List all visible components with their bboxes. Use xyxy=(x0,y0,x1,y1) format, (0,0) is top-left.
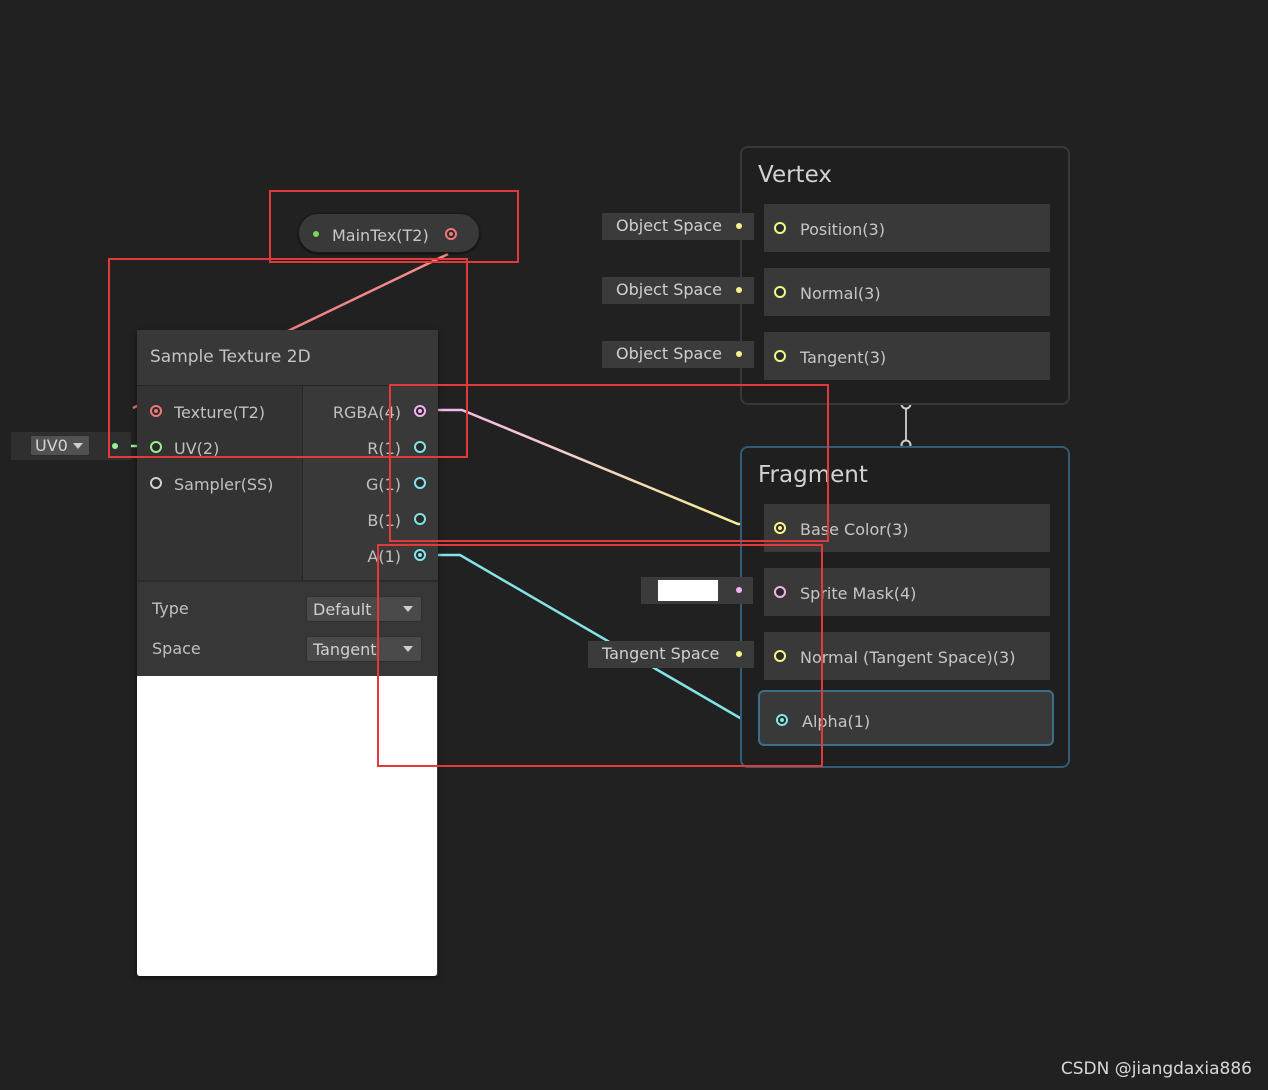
uv-channel-value: UV0 xyxy=(35,436,68,455)
vertex-context[interactable]: Vertex Position(3) Normal(3) Tangent(3) xyxy=(740,146,1070,405)
space-chip-normal[interactable]: Object Space xyxy=(602,277,754,304)
annotation-box-alpha xyxy=(377,544,823,767)
input-port-sampler[interactable] xyxy=(150,477,162,489)
block-label: Normal(3) xyxy=(800,284,881,303)
block-tangent[interactable]: Tangent(3) xyxy=(764,332,1050,380)
space-chip-position[interactable]: Object Space xyxy=(602,213,754,240)
block-label: Tangent(3) xyxy=(800,348,887,367)
annotation-box-maintex xyxy=(269,190,519,263)
block-label: Normal (Tangent Space)(3) xyxy=(800,648,1016,667)
context-title: Vertex xyxy=(758,162,832,188)
space-chip-tangent[interactable]: Object Space xyxy=(602,341,754,368)
space-chip-label: Object Space xyxy=(616,280,722,299)
space-label: Space xyxy=(152,639,201,658)
chevron-down-icon xyxy=(73,443,83,449)
type-value: Default xyxy=(313,600,372,619)
block-normal[interactable]: Normal(3) xyxy=(764,268,1050,316)
space-chip-dot xyxy=(736,223,742,229)
space-chip-dot xyxy=(736,287,742,293)
block-port-normal[interactable] xyxy=(774,286,786,298)
space-value: Tangent xyxy=(313,640,377,659)
space-chip-label: Object Space xyxy=(616,344,722,363)
block-port-tangent[interactable] xyxy=(774,350,786,362)
annotation-box-rgba-basecolor xyxy=(389,384,829,542)
space-chip-label: Object Space xyxy=(616,216,722,235)
space-chip-dot xyxy=(736,351,742,357)
block-port-position[interactable] xyxy=(774,222,786,234)
input-label-sampler: Sampler(SS) xyxy=(174,475,274,494)
watermark: CSDN @jiangdaxia886 xyxy=(1060,1059,1252,1079)
block-label: Position(3) xyxy=(800,220,885,239)
uv-channel-dropdown[interactable]: UV0 xyxy=(30,435,90,456)
type-label: Type xyxy=(152,599,189,618)
block-position[interactable]: Position(3) xyxy=(764,204,1050,252)
